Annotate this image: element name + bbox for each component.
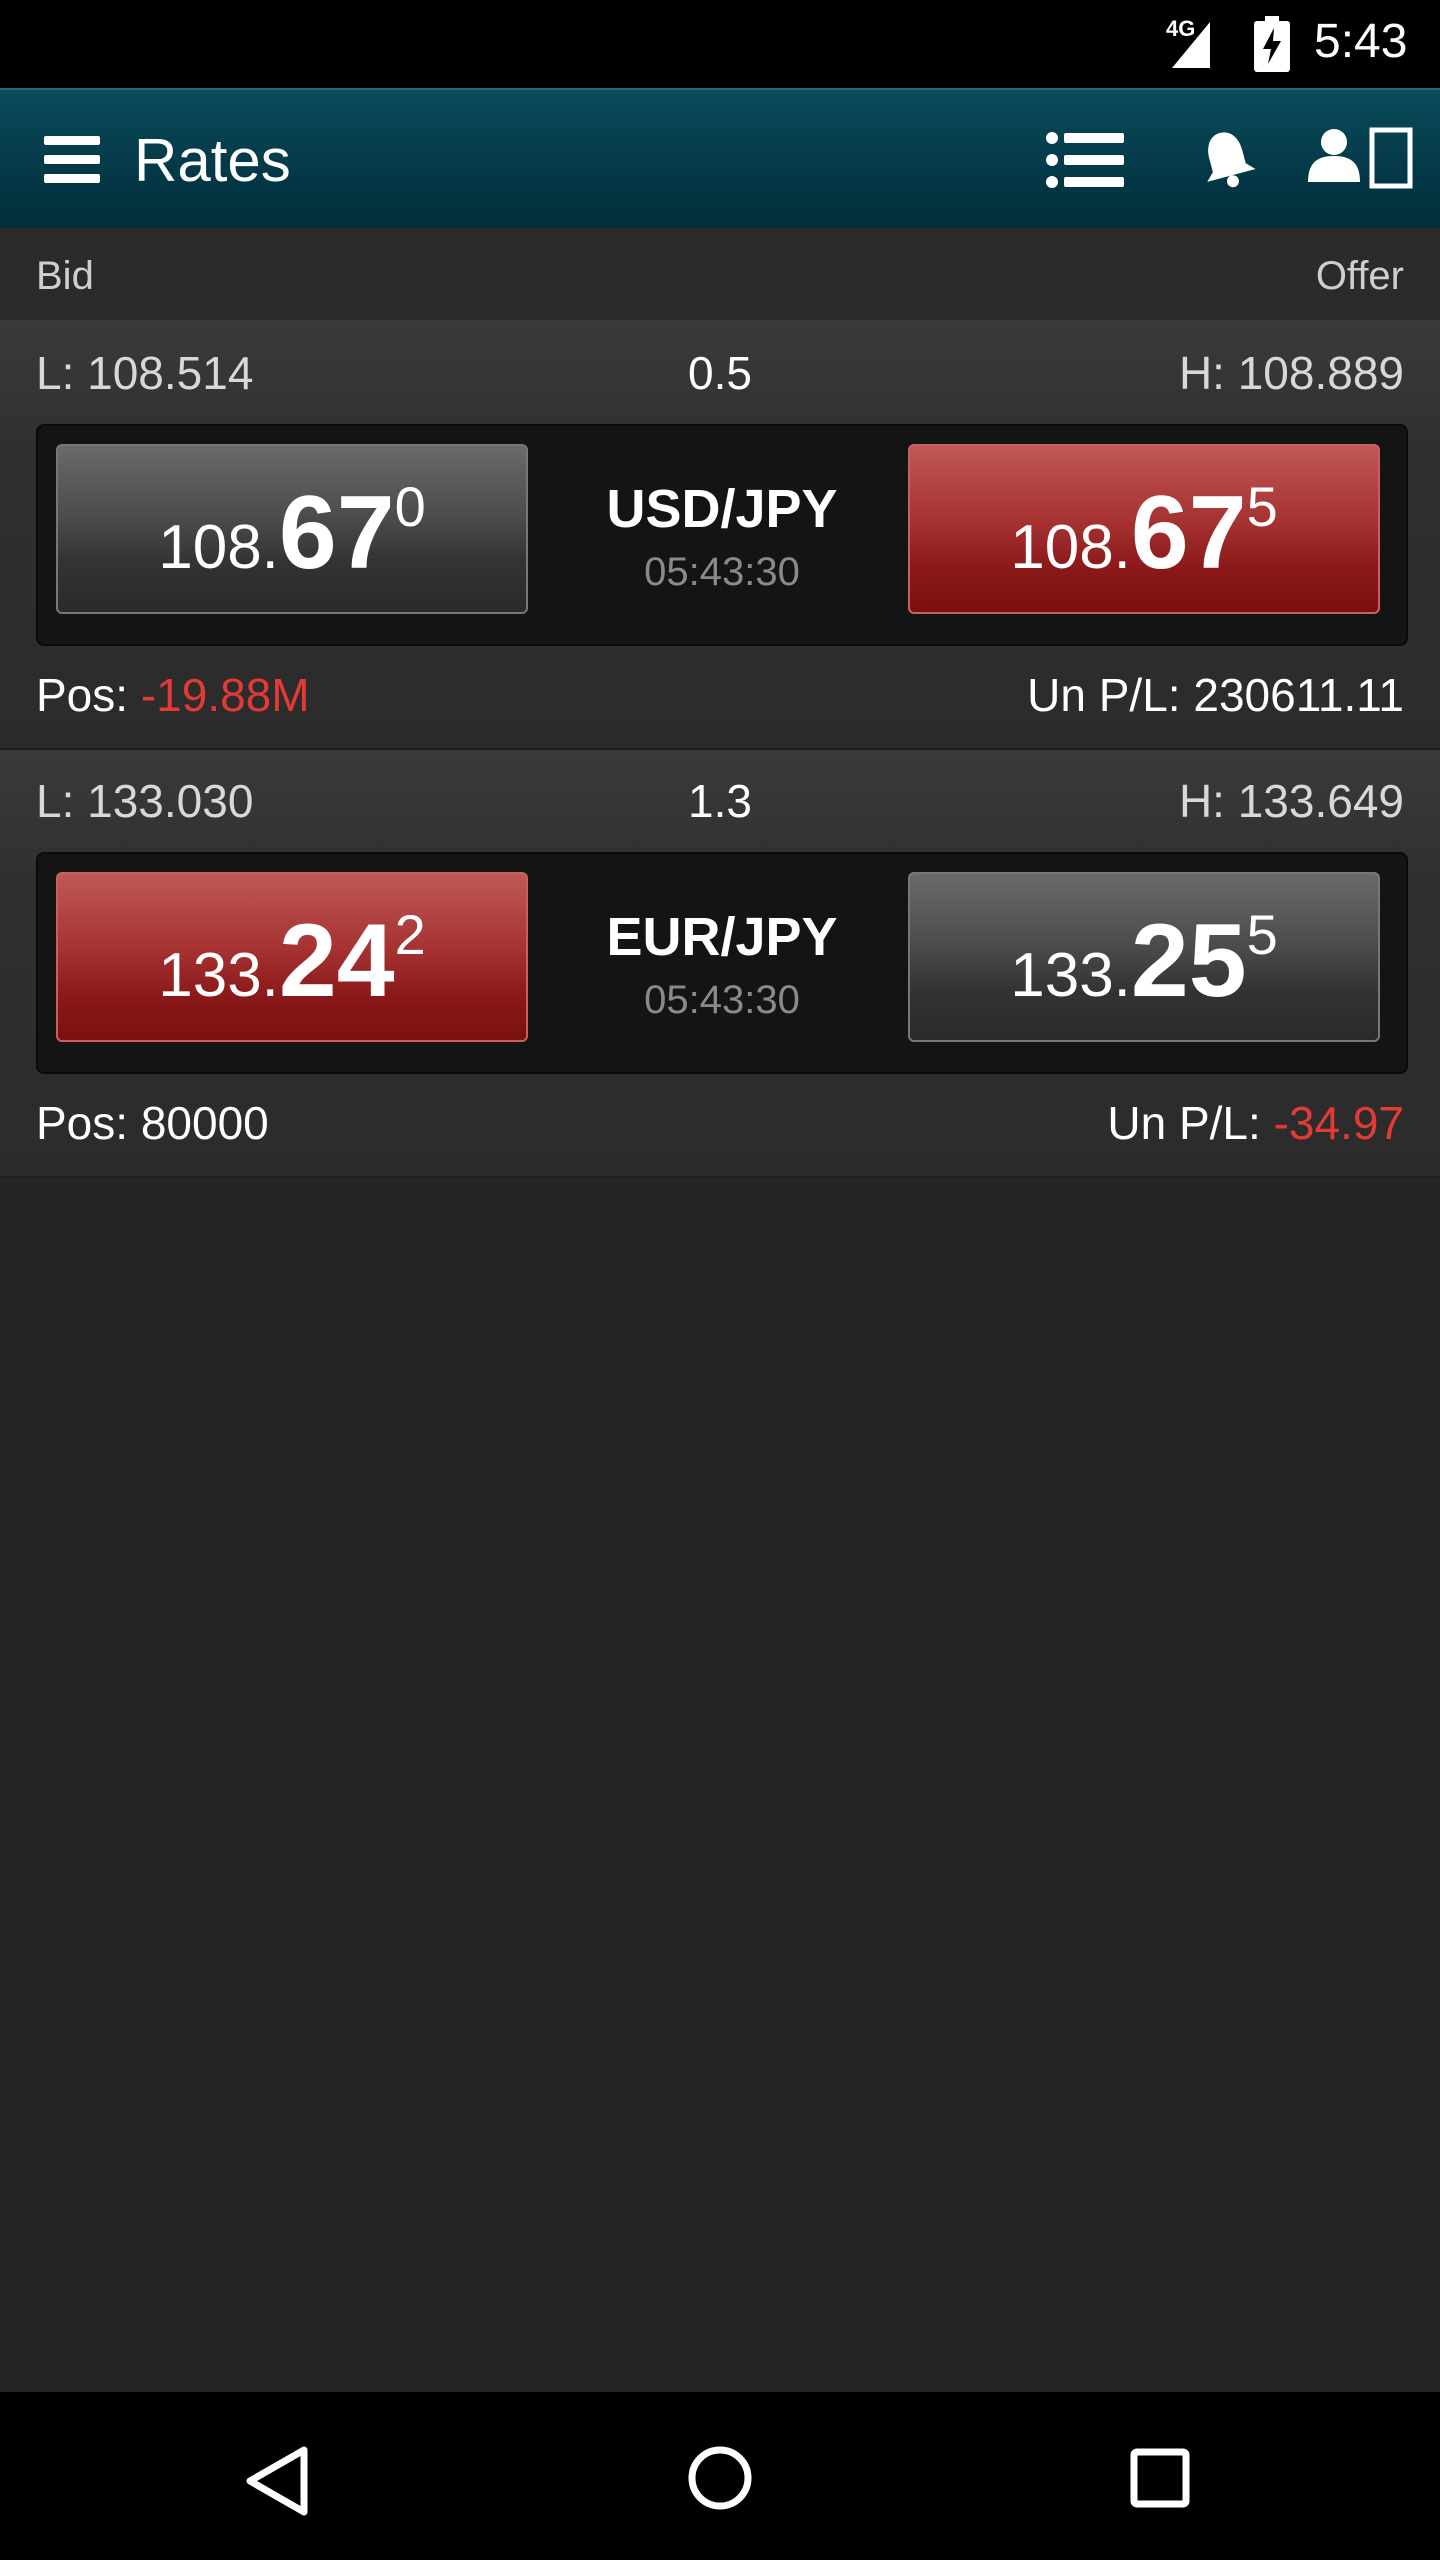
high-value: H: 133.649 (1178, 775, 1404, 827)
status-bar: 4G 5:43 (0, 0, 1440, 88)
menu-icon[interactable] (44, 134, 104, 186)
offer-price-big: 25 (1130, 903, 1247, 1019)
list-view-icon[interactable] (1046, 132, 1126, 193)
offer-label: Offer (1315, 254, 1404, 298)
unrealized-pl-label: Un P/L: (1107, 1097, 1274, 1149)
column-header: Bid Offer (0, 228, 1440, 322)
offer-price-prefix: 108. (1010, 513, 1131, 582)
home-icon[interactable] (686, 2444, 754, 2517)
unrealized-pl-value: 230611.11 (1193, 669, 1404, 721)
offer-price-pip: 5 (1246, 475, 1278, 538)
unrealized-pl-value: -34.97 (1273, 1097, 1404, 1149)
offer-price-button[interactable]: 133.255 (908, 872, 1380, 1042)
position: Pos: 80000 (36, 1096, 269, 1150)
unrealized-pl: Un P/L: -34.97 (1107, 1096, 1404, 1150)
recent-apps-icon[interactable] (1130, 2448, 1190, 2513)
position-value: -19.88M (140, 669, 310, 721)
position-label: Pos: (36, 669, 141, 721)
signal-icon (1170, 20, 1210, 75)
unrealized-pl: Un P/L: 230611.11 (1027, 668, 1404, 722)
offer-price-big: 67 (1130, 475, 1247, 591)
offer-price-button[interactable]: 108.675 (908, 444, 1380, 614)
page-title: Rates (134, 127, 291, 194)
rate-row-usdjpy[interactable]: L: 108.514 0.5 H: 108.889 108.670 USD/JP… (0, 322, 1440, 750)
high-value: H: 108.889 (1178, 347, 1404, 399)
unrealized-pl-label: Un P/L: (1027, 669, 1194, 721)
app-bar: Rates (0, 88, 1440, 230)
position-value: 80000 (140, 1097, 269, 1149)
position: Pos: -19.88M (36, 668, 310, 722)
offer-price-prefix: 133. (1010, 941, 1131, 1010)
position-label: Pos: (36, 1097, 141, 1149)
quote-panel: 108.670 USD/JPY 05:43:30 108.675 (36, 424, 1408, 646)
quote-panel: 133.242 EUR/JPY 05:43:30 133.255 (36, 852, 1408, 1074)
battery-charging-icon (1254, 16, 1290, 77)
account-icon[interactable] (1306, 126, 1416, 195)
status-clock: 5:43 (1314, 15, 1408, 68)
offer-price-pip: 5 (1246, 903, 1278, 966)
bid-label: Bid (36, 254, 94, 298)
rate-row-eurjpy[interactable]: L: 133.030 1.3 H: 133.649 133.242 EUR/JP… (0, 750, 1440, 1178)
back-icon[interactable] (244, 2446, 310, 2521)
alerts-bell-icon[interactable] (1196, 128, 1258, 195)
system-nav-bar (0, 2392, 1440, 2560)
